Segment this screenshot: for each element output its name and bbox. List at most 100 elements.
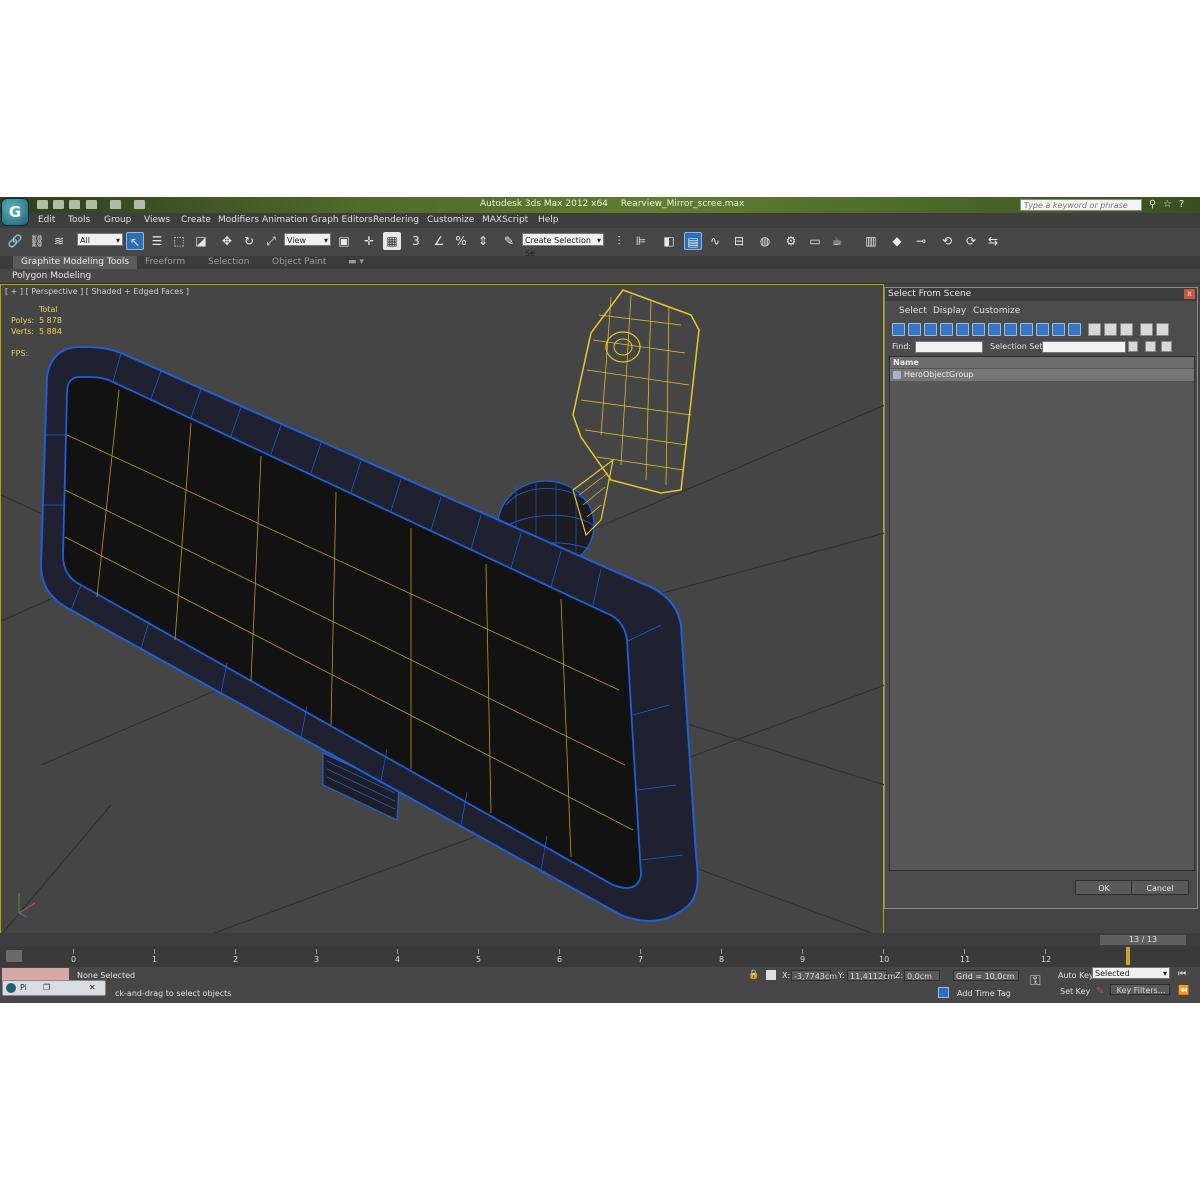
display-frozen-icon[interactable] — [1052, 323, 1065, 336]
undo-icon[interactable] — [86, 200, 97, 209]
dialog-menu-customize[interactable]: Customize — [973, 306, 1020, 316]
time-slider[interactable]: 13 / 13 — [0, 933, 1200, 947]
dialog-menu-select[interactable]: Select — [899, 306, 927, 316]
dialog-title[interactable]: Select From Scene — [885, 288, 1197, 301]
polygon-modeling-label[interactable]: Polygon Modeling — [12, 271, 91, 281]
tab-selection[interactable]: Selection — [200, 256, 257, 269]
restore-icon[interactable]: ❐ — [43, 981, 50, 995]
named-selection-dropdown[interactable]: Create Selection Se — [522, 233, 604, 258]
dialog-close-button[interactable]: x — [1184, 289, 1195, 299]
menu-customize[interactable]: Customize — [427, 215, 474, 225]
display-shapes-icon[interactable] — [908, 323, 921, 336]
menu-tools[interactable]: Tools — [68, 215, 90, 225]
find-input[interactable] — [915, 341, 983, 353]
select-and-move-icon[interactable]: ✥ — [218, 232, 236, 250]
select-and-rotate-icon[interactable]: ↻ — [240, 232, 258, 250]
filter-funnel-icon[interactable] — [1140, 323, 1153, 336]
redo-icon[interactable] — [110, 200, 121, 209]
y-coordinate-field[interactable]: 11,4112cm — [847, 970, 895, 981]
key-filters-button[interactable]: Key Filters... — [1110, 984, 1170, 995]
help-icon[interactable]: ? — [1176, 199, 1187, 210]
rectangular-selection-icon[interactable]: ⬚ — [170, 232, 188, 250]
set-key-button[interactable]: Set Key — [1060, 987, 1090, 996]
application-menu-button[interactable]: G — [2, 199, 28, 225]
select-and-scale-icon[interactable]: ⤢ — [262, 232, 280, 250]
manage-layers-icon[interactable]: ◧ — [660, 232, 678, 250]
spinner-snap-icon[interactable]: ⇕ — [474, 232, 492, 250]
schematic-view-icon[interactable]: ⊟ — [730, 232, 748, 250]
menu-edit[interactable]: Edit — [38, 215, 55, 225]
absolute-mode-icon[interactable] — [766, 970, 776, 980]
selection-set-arrow-icon[interactable] — [1128, 341, 1138, 352]
display-lights-icon[interactable] — [924, 323, 937, 336]
keyboard-shortcut-override-icon[interactable]: ▦ — [383, 232, 401, 250]
column-header-name[interactable]: Name — [890, 357, 1194, 368]
reference-coordinate-dropdown[interactable]: View — [284, 233, 331, 247]
x-coordinate-field[interactable]: -3,7743cm — [791, 970, 837, 981]
ribbon-options-icon[interactable]: ▬ ▾ — [340, 256, 372, 269]
current-frame-marker[interactable] — [1126, 947, 1130, 965]
lock-icon[interactable]: 🔒 — [748, 970, 759, 980]
display-geometry-icon[interactable] — [892, 323, 905, 336]
open-file-icon[interactable] — [53, 200, 64, 209]
menu-maxscript[interactable]: MAXScript — [482, 215, 528, 225]
key-filter-pen-icon[interactable]: ✎ — [1096, 986, 1104, 997]
scene-object-list[interactable]: Name HeroObjectGroup — [889, 356, 1195, 871]
display-cameras-icon[interactable] — [940, 323, 953, 336]
use-pivot-center-icon[interactable]: ▣ — [335, 232, 353, 250]
menu-graph-editors[interactable]: Graph Editors — [311, 215, 373, 225]
render-production-icon[interactable]: ☕ — [828, 232, 846, 250]
star-icon[interactable]: ☆ — [1162, 199, 1173, 210]
container-icon[interactable]: ▥ — [862, 232, 880, 250]
viewport-label[interactable]: [ + ] [ Perspective ] [ Shaded + Edged F… — [5, 287, 189, 296]
material-editor-icon[interactable]: ◍ — [756, 232, 774, 250]
rendered-frame-window-icon[interactable]: ▭ — [806, 232, 824, 250]
auto-key-button[interactable]: Auto Key — [1058, 971, 1094, 980]
cancel-button[interactable]: Cancel — [1131, 880, 1189, 895]
selection-filter-dropdown[interactable]: All — [77, 233, 123, 247]
track-bar[interactable]: 0 1 2 3 4 5 6 7 8 9 10 11 12 — [0, 947, 1200, 967]
display-helpers-icon[interactable] — [956, 323, 969, 336]
filter-options-icon[interactable] — [1156, 323, 1169, 336]
taskbar-button[interactable]: Pi ❐ ✕ — [2, 980, 106, 996]
menu-views[interactable]: Views — [144, 215, 170, 225]
menu-animation[interactable]: Animation — [262, 215, 308, 225]
angle-snap-icon[interactable]: ∠ — [430, 232, 448, 250]
z-coordinate-field[interactable]: 0,0cm — [904, 970, 940, 981]
select-and-manipulate-icon[interactable]: ✛ — [360, 232, 378, 250]
project-folder-icon[interactable] — [134, 200, 145, 209]
display-none-icon[interactable] — [1104, 323, 1117, 336]
display-spacewarps-icon[interactable] — [972, 323, 985, 336]
menu-group[interactable]: Group — [104, 215, 131, 225]
key-icon[interactable]: ⚿ — [1030, 973, 1041, 989]
refresh-green-icon[interactable]: ⟲ — [938, 232, 956, 250]
link-icon[interactable]: 🔗 — [6, 232, 24, 250]
list-item[interactable]: HeroObjectGroup — [890, 369, 1194, 381]
select-object-icon[interactable]: ↖ — [126, 232, 144, 250]
tab-freeform[interactable]: Freeform — [137, 256, 193, 269]
display-containers-icon[interactable] — [1036, 323, 1049, 336]
binoculars-icon[interactable]: ⚲ — [1147, 199, 1158, 210]
edit-named-selection-icon[interactable]: ✎ — [500, 232, 518, 250]
help-search-input[interactable]: Type a keyword or phrase — [1020, 199, 1142, 211]
align-icon[interactable]: ⊫ — [632, 232, 650, 250]
unlink-icon[interactable]: ⛓ — [28, 232, 46, 250]
cube-icon[interactable]: ◆ — [888, 232, 906, 250]
render-setup-icon[interactable]: ⚙ — [782, 232, 800, 250]
window-crossing-icon[interactable]: ◪ — [192, 232, 210, 250]
frame-counter[interactable]: 13 / 13 — [1100, 935, 1186, 945]
selection-set-dropdown[interactable] — [1042, 341, 1126, 353]
display-invert-icon[interactable] — [1120, 323, 1133, 336]
new-file-icon[interactable] — [37, 200, 48, 209]
snaps-toggle-icon[interactable]: 3 — [407, 232, 425, 250]
save-file-icon[interactable] — [69, 200, 80, 209]
menu-create[interactable]: Create — [181, 215, 211, 225]
dialog-menu-display[interactable]: Display — [933, 306, 966, 316]
display-xrefs-icon[interactable] — [1004, 323, 1017, 336]
find-case-icon[interactable] — [1145, 341, 1156, 352]
tab-object-paint[interactable]: Object Paint — [264, 256, 334, 269]
ok-button[interactable]: OK — [1075, 880, 1133, 895]
menu-modifiers[interactable]: Modifiers — [218, 215, 259, 225]
prev-key-icon[interactable]: ⏪ — [1178, 986, 1189, 996]
bind-space-warp-icon[interactable]: ≋ — [50, 232, 68, 250]
